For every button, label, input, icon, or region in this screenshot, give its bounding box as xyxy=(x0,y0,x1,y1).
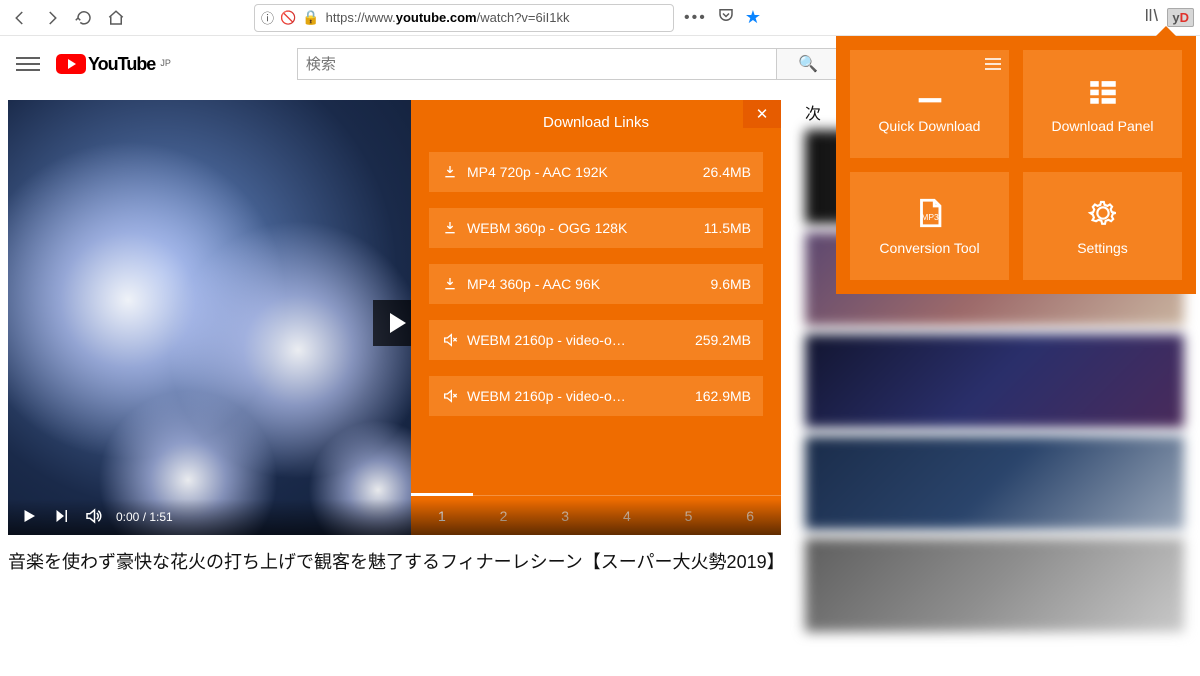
download-item-label: WEBM 2160p - video-o… xyxy=(467,388,685,404)
forward-button[interactable] xyxy=(38,4,66,32)
download-item[interactable]: WEBM 2160p - video-o… 162.9MB xyxy=(429,376,763,416)
download-panel-card[interactable]: Download Panel xyxy=(1023,50,1182,158)
card-label: Download Panel xyxy=(1052,118,1154,134)
url-bar[interactable]: ⓘ 🚫 🔒 https://www.youtube.com/watch?v=6i… xyxy=(254,4,674,32)
quick-download-card[interactable]: Quick Download xyxy=(850,50,1009,158)
download-item[interactable]: MP4 360p - AAC 96K 9.6MB xyxy=(429,264,763,304)
pocket-icon[interactable] xyxy=(717,6,735,29)
play-icon[interactable] xyxy=(20,507,38,528)
bookmark-star-icon[interactable]: ★ xyxy=(745,7,761,28)
download-item[interactable]: WEBM 360p - OGG 128K 11.5MB xyxy=(429,208,763,248)
menu-icon[interactable] xyxy=(16,52,40,76)
mute-icon xyxy=(441,388,459,404)
download-icon xyxy=(441,164,459,180)
card-label: Quick Download xyxy=(879,118,981,134)
url-text: https://www.youtube.com/watch?v=6iI1kk xyxy=(326,10,667,25)
card-label: Conversion Tool xyxy=(879,240,979,256)
search-button[interactable]: 🔍 xyxy=(777,48,841,80)
download-item-size: 259.2MB xyxy=(695,332,751,348)
download-item-size: 26.4MB xyxy=(703,164,751,180)
youtube-word: YouTube xyxy=(88,54,155,75)
download-item-size: 11.5MB xyxy=(704,220,751,236)
download-item[interactable]: WEBM 2160p - video-o… 259.2MB xyxy=(429,320,763,360)
download-item-size: 162.9MB xyxy=(695,388,751,404)
youtube-play-icon xyxy=(56,54,86,74)
related-thumbnail[interactable] xyxy=(805,334,1184,428)
video-title: 音楽を使わず豪快な花火の打ち上げで観客を魅了するフィナーレシーン【スーパー大火勢… xyxy=(8,549,781,576)
download-links-panel: Download Links ✕ MP4 720p - AAC 192K 26.4… xyxy=(411,100,781,535)
conversion-tool-card[interactable]: MP3 Conversion Tool xyxy=(850,172,1009,280)
youtube-search: 🔍 xyxy=(297,48,841,80)
download-item[interactable]: MP4 720p - AAC 192K 26.4MB xyxy=(429,152,763,192)
time-display: 0:00 / 1:51 xyxy=(116,510,173,524)
extension-popup: Quick Download Download Panel MP3 Conver… xyxy=(836,36,1196,294)
next-icon[interactable] xyxy=(52,507,70,528)
download-item-label: MP4 360p - AAC 96K xyxy=(467,276,701,292)
related-thumbnail[interactable] xyxy=(805,436,1184,530)
player-controls: 0:00 / 1:51 xyxy=(8,499,781,535)
download-item-label: WEBM 360p - OGG 128K xyxy=(467,220,694,236)
related-thumbnail[interactable] xyxy=(805,538,1184,632)
yd-extension-button[interactable]: yD xyxy=(1167,8,1194,27)
home-button[interactable] xyxy=(102,4,130,32)
lock-icon: 🔒 xyxy=(302,9,319,26)
site-identity-icon[interactable]: ⓘ xyxy=(261,8,274,27)
youtube-region: JP xyxy=(160,58,171,68)
download-item-label: WEBM 2160p - video-o… xyxy=(467,332,685,348)
video-player[interactable]: Download Links ✕ MP4 720p - AAC 192K 26.4… xyxy=(8,100,781,535)
volume-icon[interactable] xyxy=(84,507,102,528)
download-links-title: Download Links xyxy=(543,114,649,131)
mute-icon xyxy=(441,332,459,348)
browser-toolbar: ⓘ 🚫 🔒 https://www.youtube.com/watch?v=6i… xyxy=(0,0,1200,36)
permissions-blocked-icon[interactable]: 🚫 xyxy=(280,10,296,26)
page-actions-icon[interactable]: ••• xyxy=(684,9,707,27)
download-icon xyxy=(441,276,459,292)
download-icon xyxy=(441,220,459,236)
youtube-logo[interactable]: YouTube JP xyxy=(56,54,171,75)
close-icon[interactable]: ✕ xyxy=(743,100,781,128)
download-item-size: 9.6MB xyxy=(711,276,751,292)
reload-button[interactable] xyxy=(70,4,98,32)
svg-text:MP3: MP3 xyxy=(921,212,939,222)
card-label: Settings xyxy=(1077,240,1128,256)
back-button[interactable] xyxy=(6,4,34,32)
card-menu-icon[interactable] xyxy=(985,58,1001,70)
settings-card[interactable]: Settings xyxy=(1023,172,1182,280)
search-input[interactable] xyxy=(297,48,777,80)
download-item-label: MP4 720p - AAC 192K xyxy=(467,164,693,180)
